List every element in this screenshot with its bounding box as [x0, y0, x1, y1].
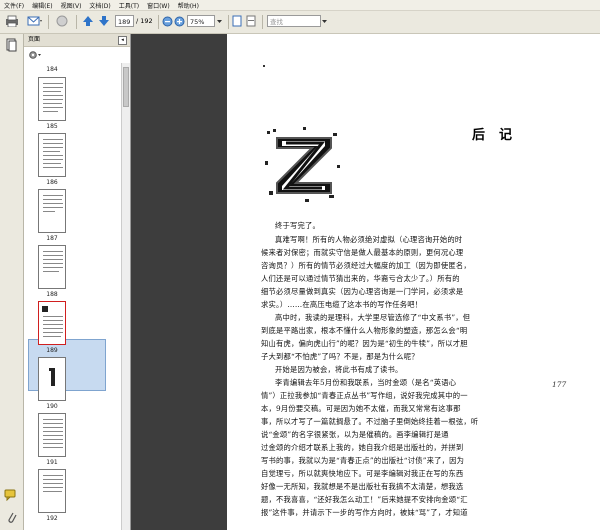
- text-line: 题，不我喜喜，“还好我怎么动工！”后来她提不安排向金颂“汇: [261, 495, 468, 504]
- thumbnail-label: 187: [46, 235, 58, 242]
- text-line: 情”）正拉我参加“青春正点丛书”写作组，说好我完成其中的一: [261, 391, 468, 400]
- search-input[interactable]: 查找: [267, 15, 321, 27]
- text-line: 真难写啊！所有的人物必须绝对虚拟（心理咨询开始的时: [275, 235, 463, 244]
- menu-tools[interactable]: 工具(T): [119, 1, 139, 10]
- page-thumbnail-192[interactable]: [38, 469, 66, 513]
- thumbnail-label: 184: [46, 66, 58, 73]
- page-thumbnail-185[interactable]: [38, 77, 66, 121]
- text-line: 说“金颂”的名字很紧张，以为是催稿的。画李编辑打是通: [261, 430, 449, 439]
- close-panel-icon[interactable]: ◂: [118, 36, 127, 45]
- page-thumbnail-188[interactable]: [38, 245, 66, 289]
- text-line: 知山有虎，偏向虎山行”的呢？因为是“初生的牛犊”，所以才胆: [261, 339, 468, 348]
- email-button[interactable]: [26, 14, 44, 28]
- page-thumbnails: 184 185 186 187 188 189 190 191 192: [24, 63, 121, 530]
- thumbnail-label: 186: [46, 179, 58, 186]
- page-thumbnail-191[interactable]: [38, 413, 66, 457]
- document-page: Z 后记 终于写完了。 真难写啊！所有的人物必须绝对虚拟（心理咨询开始的时 候来…: [227, 34, 600, 530]
- envelope-icon: [27, 16, 42, 26]
- menu-edit[interactable]: 编辑(E): [32, 1, 52, 10]
- page-total: / 192: [136, 17, 153, 25]
- text-line: 咨询员？）所有的情节必须经过大幅度的加工（因为即使匿名，: [261, 261, 471, 270]
- text-line: 过金颂的介绍才联系上我的，她自我介绍是出版社的，并拼到: [261, 443, 464, 452]
- text-line: 人们还是可以通过情节猜出来的，华裔亏合太少了。）所有的: [261, 274, 460, 283]
- text-line: 事，所以才写了一篇就搁悬了。不过脑子里倒始终挂着一根弦，听: [261, 417, 479, 426]
- text-line: 子大到都“不怕虎”了吗？不是，那是为什么呢？: [261, 352, 419, 361]
- menu-view[interactable]: 视图(V): [61, 1, 82, 10]
- pages-panel-toolbar: [24, 47, 130, 64]
- pages-panel: 页面 ◂ 184 185 186 187 188 189 190 191 192: [24, 34, 131, 530]
- navigation-rail: [0, 34, 24, 530]
- thumbnail-label: 188: [46, 291, 58, 298]
- text-line: 开始是因为被会，将此书有成了读书。: [275, 365, 403, 374]
- text-line: 报”这件事，并请示下一步的写作方向时，被妹“骂”了，才知道: [261, 508, 468, 517]
- thumbnail-label: 191: [46, 459, 58, 466]
- chevron-down-icon: [217, 19, 222, 23]
- paperclip-icon: [8, 512, 17, 523]
- hand-icon: [56, 15, 68, 27]
- thumbnail-label: 189: [46, 347, 58, 354]
- thumbnail-label: 190: [46, 403, 58, 410]
- document-gutter: [131, 34, 227, 530]
- page-thumbnail-186[interactable]: [38, 133, 66, 177]
- zoom-out-button[interactable]: [161, 14, 173, 28]
- pages-panel-header: 页面 ◂: [24, 34, 130, 47]
- comment-icon: [4, 489, 16, 502]
- scrollbar-thumb[interactable]: [123, 67, 129, 107]
- menu-bar: 文件(F) 编辑(E) 视图(V) 文档(D) 工具(T) 窗口(W) 帮助(H…: [0, 0, 600, 11]
- menu-window[interactable]: 窗口(W): [147, 1, 170, 10]
- arrow-down-icon: [99, 16, 109, 26]
- page-thumbnail-189[interactable]: [38, 301, 66, 345]
- text-line: 好像一无所知，我就想是不是出版社有我搞不太清楚，想我选: [261, 482, 464, 491]
- zoom-dropdown-button[interactable]: [215, 14, 224, 28]
- thumbnail-label: 185: [46, 123, 58, 130]
- thumbnails-scrollbar[interactable]: [121, 63, 130, 530]
- fit-width-button[interactable]: [245, 14, 257, 28]
- print-button[interactable]: [4, 14, 20, 28]
- options-gear-icon: [29, 51, 41, 59]
- page-thumbnail-190[interactable]: [38, 357, 66, 401]
- printer-icon: [6, 15, 18, 27]
- text-line: 求实。）……在高压电缆了这本书的写作任务吧！: [261, 300, 423, 309]
- arrow-up-icon: [83, 16, 93, 26]
- fit-width-icon: [246, 15, 256, 27]
- menu-document[interactable]: 文档(D): [89, 1, 110, 10]
- text-line: 自觉理亏，所以就爽快地应下。可是李编辑对我正在写的东西: [261, 469, 464, 478]
- fit-page-button[interactable]: [231, 14, 243, 28]
- attachments-button[interactable]: [5, 510, 17, 526]
- zoom-level-select[interactable]: 75%: [187, 15, 215, 27]
- text-line: 终于写完了。: [275, 221, 320, 230]
- zoom-out-icon: [162, 16, 172, 26]
- ornamental-z-icon: [265, 127, 342, 202]
- pages-icon: [6, 38, 17, 52]
- toolbar: 189 / 192 75% 查找: [0, 11, 600, 34]
- thumbnail-label: 192: [46, 515, 58, 522]
- zoom-in-button[interactable]: [173, 14, 185, 28]
- text-line: 细节必须尽量做到真实（因为心理咨询是一门学问，必须求是: [261, 287, 464, 296]
- text-line: 本，9月份要交稿。可是因为她不太催，而我又常常有这事那: [261, 404, 461, 413]
- comments-button[interactable]: [4, 489, 18, 503]
- page-thumbnail-187[interactable]: [38, 189, 66, 233]
- next-page-button[interactable]: [97, 14, 111, 28]
- page-title: 后记: [472, 128, 527, 143]
- chevron-down-icon: [322, 19, 327, 23]
- options-button[interactable]: [28, 50, 42, 62]
- zoom-in-icon: [174, 16, 184, 26]
- drop-cap-ornament: [263, 125, 345, 205]
- page-number-input[interactable]: 189: [115, 15, 134, 27]
- fit-page-icon: [232, 15, 242, 27]
- text-line: 李青编辑去年5月份和我联系，当时金颂（是名“英语心: [275, 378, 457, 387]
- search-dropdown-button[interactable]: [320, 14, 329, 28]
- menu-file[interactable]: 文件(F): [4, 1, 24, 10]
- previous-page-button[interactable]: [81, 14, 95, 28]
- text-line: 高中时，我读的是理科，大学里尽管选修了“中文系书”，但: [275, 313, 471, 322]
- text-line: 到底是平路出家，根本不懂什么人物形象的塑造，那怎么会“明: [261, 326, 468, 335]
- page-number: 177: [552, 380, 567, 389]
- text-line: 写书的事，我就以为是“青春正点”的出版社“讨债”来了，因为: [261, 456, 465, 465]
- hand-tool-button[interactable]: [54, 14, 70, 28]
- pages-tab-button[interactable]: [5, 38, 17, 54]
- text-line: 候来者对保密；而就实守信是做人最基本的原则，更何况心理: [261, 248, 464, 257]
- menu-help[interactable]: 帮助(H): [178, 1, 199, 10]
- pages-panel-title: 页面: [28, 36, 41, 43]
